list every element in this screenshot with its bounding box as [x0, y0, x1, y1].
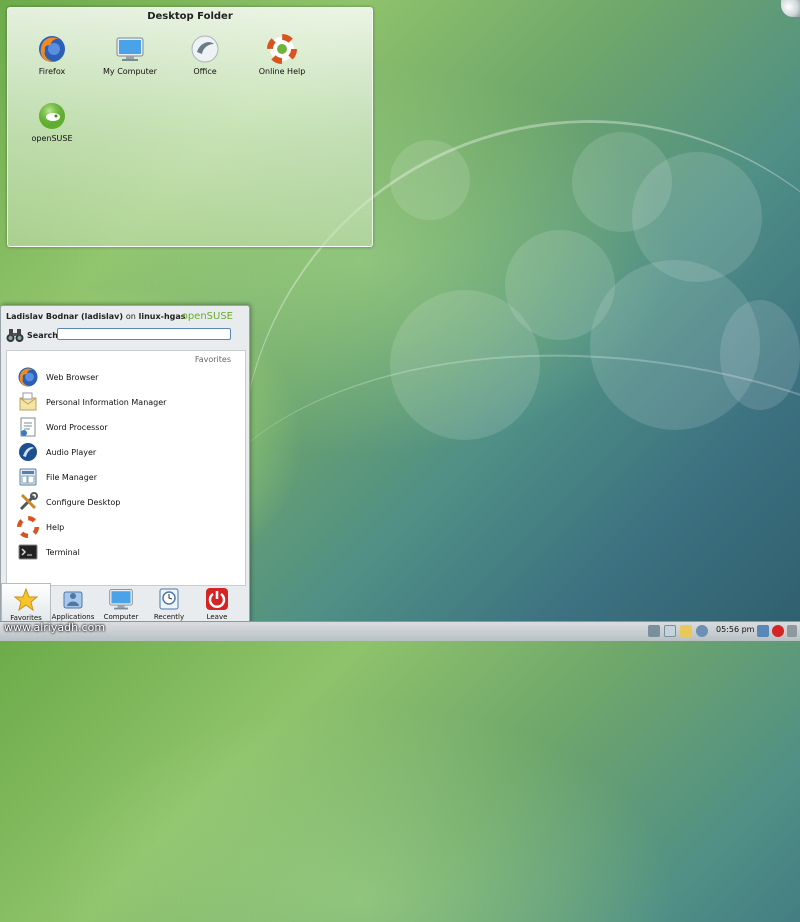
wallpaper-bokeh	[720, 300, 800, 410]
favorites-header: Favorites	[194, 355, 231, 364]
desktop-folder: Desktop Folder Firefox My Computer Offic…	[7, 7, 373, 247]
desktop-icon-firefox[interactable]: Firefox	[16, 34, 88, 76]
opensuse-icon	[37, 101, 67, 131]
star-icon	[13, 587, 39, 613]
favorite-label: Personal Information Manager	[46, 397, 167, 407]
monitor-icon	[115, 34, 145, 64]
tray-network-icon[interactable]	[696, 625, 708, 637]
opensuse-brand: openSUSE	[181, 311, 233, 322]
office-icon	[190, 34, 220, 64]
favorite-item-word-processor[interactable]: Word Processor	[17, 416, 108, 438]
launcher-on: on	[125, 312, 136, 321]
binoculars-icon	[6, 327, 24, 343]
favorite-item-file-manager[interactable]: File Manager	[17, 466, 97, 488]
tab-applications[interactable]: Applications	[49, 583, 97, 623]
folder-title: Desktop Folder	[147, 11, 233, 22]
clock-icon	[156, 586, 182, 612]
wallpaper-bokeh	[390, 290, 540, 440]
favorite-item-audio-player[interactable]: Audio Player	[17, 441, 96, 463]
pim-icon	[17, 391, 39, 413]
launcher-host: linux-hgas	[138, 312, 186, 321]
desktop-icon-label: Office	[193, 67, 217, 76]
computer-icon	[108, 586, 134, 612]
favorite-label: Configure Desktop	[46, 497, 121, 507]
favorite-label: Terminal	[46, 547, 80, 557]
favorite-label: Help	[46, 522, 65, 532]
tray-lock-icon[interactable]	[757, 625, 769, 637]
favorite-item-web-browser[interactable]: Web Browser	[17, 366, 98, 388]
desktop-icon-label: openSUSE	[31, 134, 73, 143]
desktop-icon-label: Firefox	[38, 67, 66, 76]
launcher-user: Ladislav Bodnar (ladislav)	[6, 312, 124, 321]
word-processor-icon	[17, 416, 39, 438]
desktop-icon-office[interactable]: Office	[169, 34, 241, 76]
firefox-icon	[17, 366, 39, 388]
tab-recently-used[interactable]: Recently Used	[145, 583, 193, 629]
search-input[interactable]	[57, 328, 231, 340]
configure-icon	[17, 491, 39, 513]
desktop-icon-label: My Computer	[103, 67, 157, 76]
favorites-panel: Favorites Web Browser Personal Informati…	[6, 350, 246, 586]
terminal-icon	[17, 541, 39, 563]
tray-power-icon[interactable]	[772, 625, 784, 637]
favorite-label: Word Processor	[46, 422, 108, 432]
lifebuoy-icon	[267, 34, 297, 64]
favorite-item-help[interactable]: Help	[17, 516, 64, 538]
power-icon	[204, 586, 230, 612]
desktop-icon-my-computer[interactable]: My Computer	[94, 34, 166, 76]
panel-toolbox-icon[interactable]	[787, 625, 797, 637]
file-manager-icon	[17, 466, 39, 488]
application-launcher: Ladislav Bodnar (ladislav) on linux-hgas…	[0, 305, 250, 629]
wallpaper-bokeh	[390, 140, 470, 220]
lifebuoy-icon	[17, 516, 39, 538]
favorite-item-pim[interactable]: Personal Information Manager	[17, 391, 166, 413]
tab-computer[interactable]: Computer	[97, 583, 145, 623]
desktop-icon-label: Online Help	[258, 67, 306, 76]
tab-label: Computer	[103, 613, 139, 621]
favorite-item-terminal[interactable]: Terminal	[17, 541, 80, 563]
launcher-user-line: Ladislav Bodnar (ladislav) on linux-hgas	[6, 312, 186, 321]
taskbar-clock[interactable]: 05:56 pm	[716, 625, 754, 634]
desktop-icon-opensuse[interactable]: openSUSE	[16, 101, 88, 143]
tray-clipboard-icon[interactable]	[664, 625, 676, 637]
favorite-label: File Manager	[46, 472, 97, 482]
tab-label: Leave	[206, 613, 228, 621]
taskbar: 05:56 pm	[0, 621, 800, 641]
tray-folder-icon[interactable]	[680, 625, 692, 637]
launcher-tab-bar: Favorites Applications Computer Recently…	[1, 583, 247, 629]
favorite-label: Web Browser	[46, 372, 99, 382]
tab-leave[interactable]: Leave	[193, 583, 241, 623]
tab-favorites[interactable]: Favorites	[1, 583, 51, 624]
favorite-item-configure-desktop[interactable]: Configure Desktop	[17, 491, 120, 513]
desktop-icon-online-help[interactable]: Online Help	[246, 34, 318, 76]
audio-player-icon	[17, 441, 39, 463]
favorite-label: Audio Player	[46, 447, 97, 457]
desktop-toolbox-button[interactable]	[781, 0, 800, 17]
tray-device-icon[interactable]	[648, 625, 660, 637]
applications-icon	[60, 586, 86, 612]
firefox-icon	[37, 34, 67, 64]
tab-label: Applications	[51, 613, 95, 621]
watermark: www.alriyadh.com	[4, 621, 106, 634]
